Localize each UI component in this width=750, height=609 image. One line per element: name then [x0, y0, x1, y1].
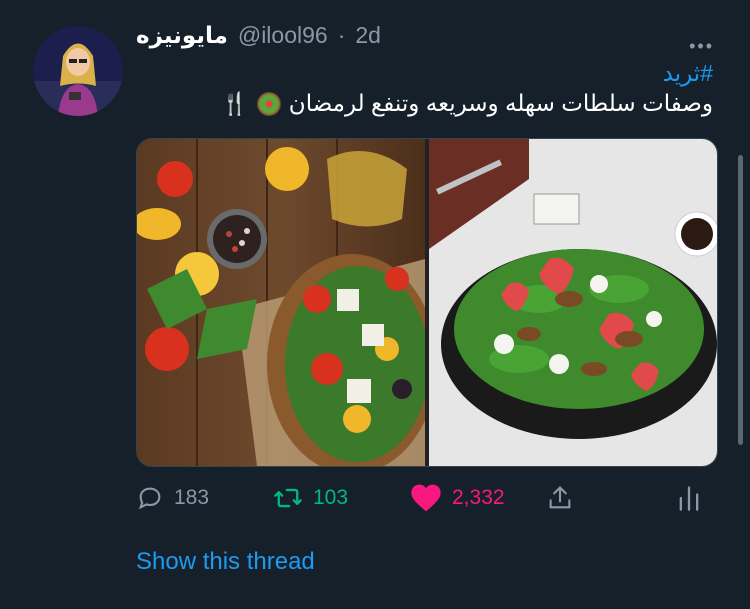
analytics-button[interactable]	[677, 478, 701, 518]
scrollbar[interactable]	[738, 155, 743, 445]
like-button[interactable]: 2,332	[410, 478, 505, 518]
analytics-icon	[679, 486, 699, 511]
separator-dot: ·	[337, 22, 346, 48]
display-name[interactable]: مايونيزه	[136, 22, 228, 49]
tweet-text: وصفات سلطات سهله وسريعه وتنفع لرمضان 🍴	[221, 90, 713, 117]
heart-icon	[411, 484, 441, 512]
like-count: 2,332	[452, 486, 505, 509]
fork-knife-emoji-icon: 🍴	[221, 90, 249, 116]
retweet-count: 103	[313, 486, 349, 509]
action-bar: 183 103 2,332	[136, 478, 716, 518]
more-options-icon[interactable]: •••	[689, 36, 714, 57]
hashtag-link[interactable]: #ثريد	[663, 60, 713, 87]
tweet[interactable]: مايونيزه @ilool96 · 2d ••• #ثريد وصفات س…	[0, 0, 750, 609]
avatar[interactable]	[33, 26, 123, 116]
retweet-button[interactable]: 103	[273, 478, 348, 518]
tweet-timestamp[interactable]: 2d	[355, 22, 381, 49]
show-thread-link[interactable]: Show this thread	[136, 548, 315, 576]
tweet-header: مايونيزه @ilool96 · 2d	[136, 22, 381, 49]
tweet-text-content: وصفات سلطات سهله وسريعه وتنفع لرمضان	[288, 90, 713, 116]
share-icon	[549, 486, 571, 509]
retweet-icon	[274, 488, 302, 508]
salad-bowl-image[interactable]	[137, 139, 437, 466]
strawberry-salad-image[interactable]	[429, 139, 717, 466]
salad-emoji-icon	[256, 91, 281, 116]
reply-icon	[138, 487, 161, 510]
tweet-media[interactable]	[136, 138, 718, 467]
share-button[interactable]	[546, 478, 574, 518]
reply-count: 183	[174, 486, 210, 509]
user-handle[interactable]: @ilool96	[238, 22, 328, 49]
reply-button[interactable]: 183	[136, 478, 209, 518]
